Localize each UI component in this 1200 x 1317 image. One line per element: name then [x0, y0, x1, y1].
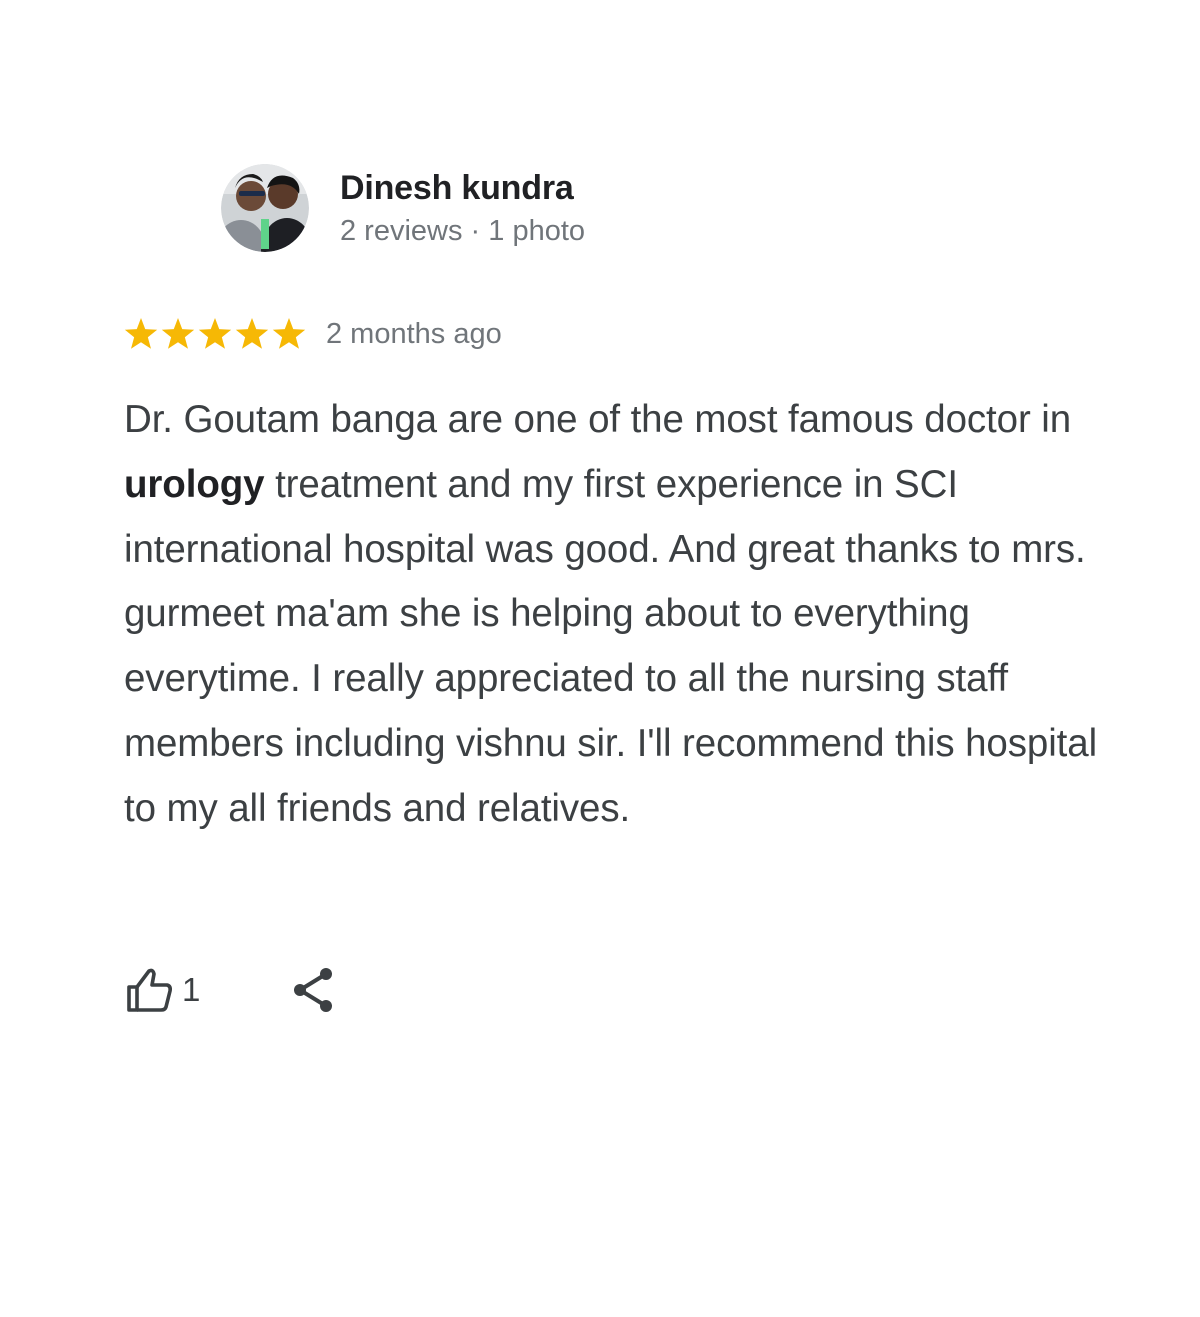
star-icon — [161, 317, 195, 351]
review-text: Dr. Goutam banga are one of the most fam… — [124, 388, 1114, 842]
thumbs-up-icon — [127, 968, 172, 1012]
review-actions: 1 — [124, 960, 337, 1020]
reviewer-meta: 2 reviews · 1 photo — [340, 215, 586, 247]
star-icon — [124, 317, 158, 351]
star-icon — [235, 317, 269, 351]
review-header: Dinesh kundra 2 reviews · 1 photo — [221, 164, 585, 252]
review-card: Dinesh kundra 2 reviews · 1 photo 2 mont… — [0, 0, 1200, 1317]
avatar-photo — [221, 164, 309, 252]
review-text-part-2: treatment and my first experience in SCI… — [124, 462, 1098, 830]
review-date: 2 months ago — [326, 318, 502, 350]
share-icon — [294, 968, 333, 1012]
review-text-part-1: Dr. Goutam banga are one of the most fam… — [124, 398, 1072, 441]
rating-row: 2 months ago — [124, 312, 502, 356]
star-rating — [124, 317, 309, 351]
reviewer-name[interactable]: Dinesh kundra — [340, 168, 585, 208]
like-count: 1 — [182, 971, 201, 1008]
star-icon — [272, 317, 306, 351]
reviewer-avatar[interactable] — [221, 164, 309, 252]
review-text-bold: urology — [124, 462, 265, 506]
share-button[interactable] — [291, 966, 337, 1014]
star-icon — [198, 317, 232, 351]
reviewer-info: Dinesh kundra 2 reviews · 1 photo — [340, 168, 585, 251]
like-button[interactable]: 1 — [124, 960, 200, 1020]
